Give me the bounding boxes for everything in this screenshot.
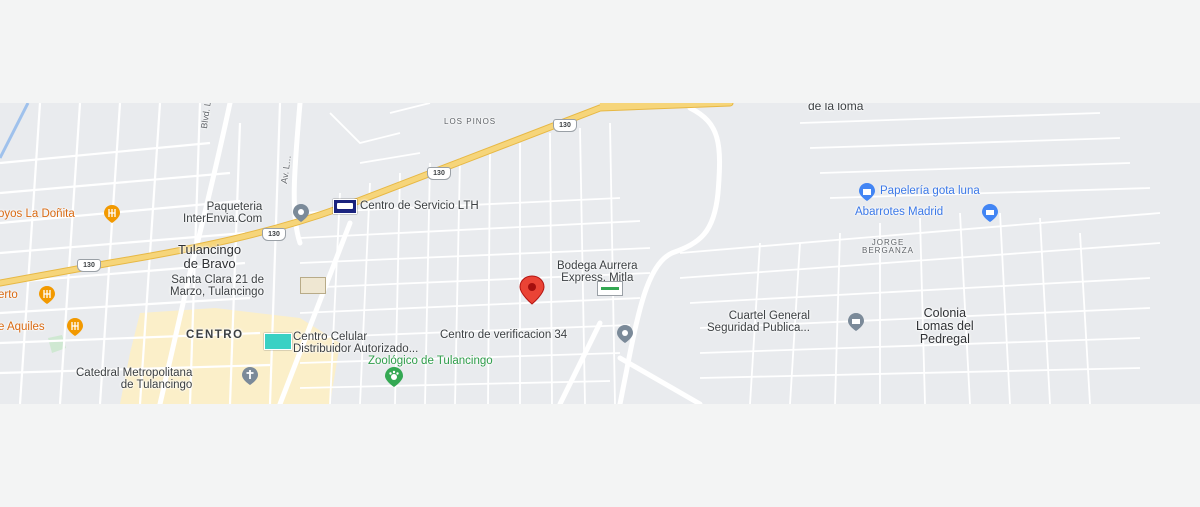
place-label-los-pinos: LOS PINOS [444, 117, 497, 126]
restaurant-icon[interactable] [102, 204, 122, 224]
restaurant-icon[interactable] [37, 285, 57, 305]
route-130-shield: 130 [77, 259, 101, 272]
store-logo-icon[interactable] [597, 281, 623, 296]
poi-label-catedral[interactable]: Catedral Metropolitana de Tulancingo [76, 367, 192, 391]
restaurant-icon[interactable] [65, 317, 85, 337]
poi-label-aquiles[interactable]: e Aquiles [0, 321, 45, 333]
place-label-tulancingo: Tulancingo de Bravo [178, 242, 242, 271]
poi-label-paqueteria[interactable]: Paqueteria InterEnvia.Com [183, 201, 262, 225]
place-label-jorge-berganza: JORGE BERGANZA [862, 238, 915, 256]
poi-label-santa-clara[interactable]: Santa Clara 21 de Marzo, Tulancingo [170, 274, 264, 298]
shopping-cart-icon[interactable] [980, 203, 1000, 223]
route-130-shield: 130 [262, 228, 286, 241]
place-label-colonia-lomas: Colonia Lomas del Pedregal [916, 306, 974, 347]
route-130-shield: 130 [553, 119, 577, 132]
map-pin-icon[interactable] [291, 203, 311, 223]
location-pin-icon[interactable] [518, 275, 546, 305]
store-logo-icon[interactable] [264, 333, 292, 350]
shopping-bag-icon[interactable] [857, 182, 877, 202]
church-pin-icon[interactable] [240, 366, 260, 386]
route-130-shield: 130 [427, 167, 451, 180]
place-label-centro: CENTRO [186, 329, 244, 341]
poi-label-centro-verificacion[interactable]: Centro de verificacion 34 [440, 329, 567, 341]
poi-label-papeleria[interactable]: Papelería gota luna [880, 185, 980, 197]
poi-label-pollos[interactable]: oyos La Doñita [0, 208, 75, 220]
government-pin-icon[interactable] [846, 312, 866, 332]
place-label-de-la-loma: de la loma [808, 103, 864, 113]
service-logo-icon[interactable] [333, 199, 357, 214]
map-pin-icon[interactable] [615, 324, 635, 344]
poi-label-centro-servicio[interactable]: Centro de Servicio LTH [360, 200, 479, 212]
poi-label-abarrotes[interactable]: Abarrotes Madrid [855, 206, 943, 218]
poi-label-cuartel[interactable]: Cuartel General Seguridad Publica... [707, 310, 810, 334]
store-logo-icon[interactable] [300, 277, 326, 294]
poi-label-erto[interactable]: erto [0, 289, 18, 301]
poi-label-centro-celular[interactable]: Centro Celular Distribuidor Autorizado..… [293, 331, 418, 355]
map-view[interactable]: 130 130 130 130 Blvd. La Morena Av. L… L… [0, 103, 1200, 404]
paw-icon[interactable] [383, 366, 405, 388]
